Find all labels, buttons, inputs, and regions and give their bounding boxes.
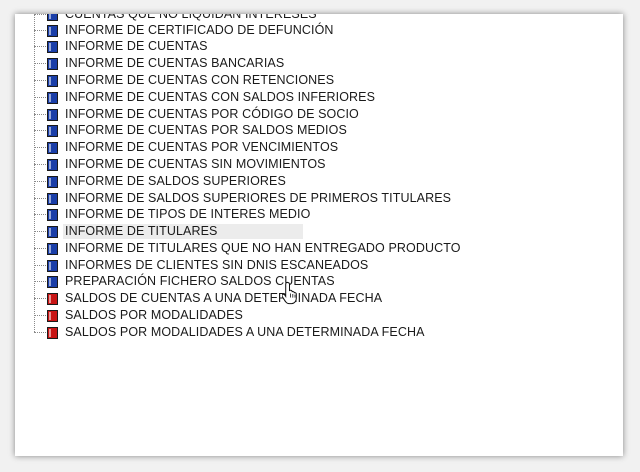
tree-item-selected[interactable]: INFORME DE TITULARES bbox=[34, 223, 594, 240]
report-tree: CUENTAS QUE NO LIQUIDAN INTERESES INFORM… bbox=[15, 14, 623, 456]
tree-item-label: INFORME DE CUENTAS CON SALDOS INFERIORES bbox=[65, 90, 376, 104]
book-blue-icon bbox=[47, 259, 58, 272]
tree-item-label: INFORMES DE CLIENTES SIN DNIS ESCANEADOS bbox=[65, 258, 369, 272]
book-blue-icon bbox=[47, 158, 58, 171]
tree-branch-line bbox=[34, 332, 46, 333]
tree-item-label: INFORME DE CUENTAS BANCARIAS bbox=[65, 56, 285, 70]
book-blue-icon bbox=[47, 242, 58, 255]
tree-item-label: INFORME DE TITULARES QUE NO HAN ENTREGAD… bbox=[65, 241, 461, 255]
book-blue-icon bbox=[47, 14, 58, 21]
book-blue-icon bbox=[47, 24, 58, 37]
tree-item-label: INFORME DE TITULARES bbox=[63, 224, 304, 239]
book-red-icon bbox=[47, 292, 58, 305]
book-blue-icon bbox=[47, 40, 58, 53]
tree-item-label: INFORME DE SALDOS SUPERIORES bbox=[65, 174, 286, 188]
book-blue-icon bbox=[47, 91, 58, 104]
tree-item-label: CUENTAS QUE NO LIQUIDAN INTERESES bbox=[65, 14, 317, 21]
tree-item-label: INFORME DE SALDOS SUPERIORES DE PRIMEROS… bbox=[65, 191, 452, 205]
tree-branch-line bbox=[34, 97, 46, 98]
tree-item[interactable]: SALDOS POR MODALIDADES bbox=[34, 307, 594, 324]
tree-item[interactable]: INFORME DE TIPOS DE INTERES MEDIO bbox=[34, 206, 594, 223]
mouse-pointer-icon bbox=[282, 281, 297, 305]
tree-branch-line bbox=[34, 298, 46, 299]
tree-branch-line bbox=[34, 281, 46, 282]
tree-item-label: INFORME DE CUENTAS bbox=[65, 39, 208, 53]
tree-branch-line bbox=[34, 114, 46, 115]
tree-branch-line bbox=[34, 248, 46, 249]
tree-item-label: INFORME DE TIPOS DE INTERES MEDIO bbox=[65, 207, 311, 221]
book-red-icon bbox=[47, 326, 58, 339]
tree-item[interactable]: SALDOS POR MODALIDADES A UNA DETERMINADA… bbox=[34, 324, 594, 341]
tree-branch-line bbox=[34, 147, 46, 148]
book-red-icon bbox=[47, 309, 58, 322]
tree-item-label: SALDOS POR MODALIDADES bbox=[65, 308, 243, 322]
tree-branch-line bbox=[34, 14, 46, 15]
tree-branch-line bbox=[34, 181, 46, 182]
tree-branch-line bbox=[34, 46, 46, 47]
tree-branch-line bbox=[34, 315, 46, 316]
tree-item[interactable]: INFORMES DE CLIENTES SIN DNIS ESCANEADOS bbox=[34, 257, 594, 274]
tree-item[interactable]: INFORME DE CUENTAS SIN MOVIMIENTOS bbox=[34, 156, 594, 173]
tree-item-label: INFORME DE CUENTAS POR VENCIMIENTOS bbox=[65, 140, 339, 154]
book-blue-icon bbox=[47, 175, 58, 188]
tree-item[interactable]: INFORME DE SALDOS SUPERIORES DE PRIMEROS… bbox=[34, 190, 594, 207]
tree-item[interactable]: INFORME DE CUENTAS POR VENCIMIENTOS bbox=[34, 139, 594, 156]
tree-item[interactable]: INFORME DE TITULARES QUE NO HAN ENTREGAD… bbox=[34, 240, 594, 257]
tree-branch-line bbox=[34, 265, 46, 266]
book-blue-icon bbox=[47, 124, 58, 137]
tree-branch-line bbox=[34, 214, 46, 215]
tree-item-label: INFORME DE CERTIFICADO DE DEFUNCIÓN bbox=[65, 23, 334, 37]
tree-branch-line bbox=[34, 63, 46, 64]
book-blue-icon bbox=[47, 108, 58, 121]
tree-item-label: INFORME DE CUENTAS SIN MOVIMIENTOS bbox=[65, 157, 326, 171]
tree-item[interactable]: SALDOS DE CUENTAS A UNA DETERMINADA FECH… bbox=[34, 290, 594, 307]
book-blue-icon bbox=[47, 74, 58, 87]
book-blue-icon bbox=[47, 141, 58, 154]
tree-branch-line bbox=[34, 130, 46, 131]
tree-branch-line bbox=[34, 30, 46, 31]
tree-branch-line bbox=[34, 80, 46, 81]
tree-branch-line bbox=[34, 198, 46, 199]
book-blue-icon bbox=[47, 208, 58, 221]
tree-item[interactable]: INFORME DE CUENTAS CON RETENCIONES bbox=[34, 72, 594, 89]
tree-item[interactable]: INFORME DE CUENTAS POR SALDOS MEDIOS bbox=[34, 122, 594, 139]
tree-item-label: INFORME DE CUENTAS POR CÓDIGO DE SOCIO bbox=[65, 107, 359, 121]
book-blue-icon bbox=[47, 275, 58, 288]
tree-branch-line bbox=[34, 164, 46, 165]
report-tree-panel: CUENTAS QUE NO LIQUIDAN INTERESES INFORM… bbox=[15, 14, 623, 456]
tree-item[interactable]: INFORME DE CUENTAS bbox=[34, 38, 594, 55]
tree-item[interactable]: INFORME DE CUENTAS CON SALDOS INFERIORES bbox=[34, 89, 594, 106]
tree-item-label: INFORME DE CUENTAS POR SALDOS MEDIOS bbox=[65, 123, 347, 137]
book-blue-icon bbox=[47, 225, 58, 238]
tree-item[interactable]: INFORME DE SALDOS SUPERIORES bbox=[34, 173, 594, 190]
tree-item-label: INFORME DE CUENTAS CON RETENCIONES bbox=[65, 73, 335, 87]
tree-branch-line bbox=[34, 231, 46, 232]
tree-item[interactable]: INFORME DE CERTIFICADO DE DEFUNCIÓN bbox=[34, 22, 594, 39]
tree-item[interactable]: PREPARACIÓN FICHERO SALDOS CUENTAS bbox=[34, 273, 594, 290]
tree-item[interactable]: INFORME DE CUENTAS POR CÓDIGO DE SOCIO bbox=[34, 106, 594, 123]
book-blue-icon bbox=[47, 57, 58, 70]
tree-item[interactable]: INFORME DE CUENTAS BANCARIAS bbox=[34, 55, 594, 72]
book-blue-icon bbox=[47, 192, 58, 205]
tree-item-label: SALDOS DE CUENTAS A UNA DETERMINADA FECH… bbox=[65, 291, 383, 305]
tree-item-label: SALDOS POR MODALIDADES A UNA DETERMINADA… bbox=[65, 325, 425, 339]
